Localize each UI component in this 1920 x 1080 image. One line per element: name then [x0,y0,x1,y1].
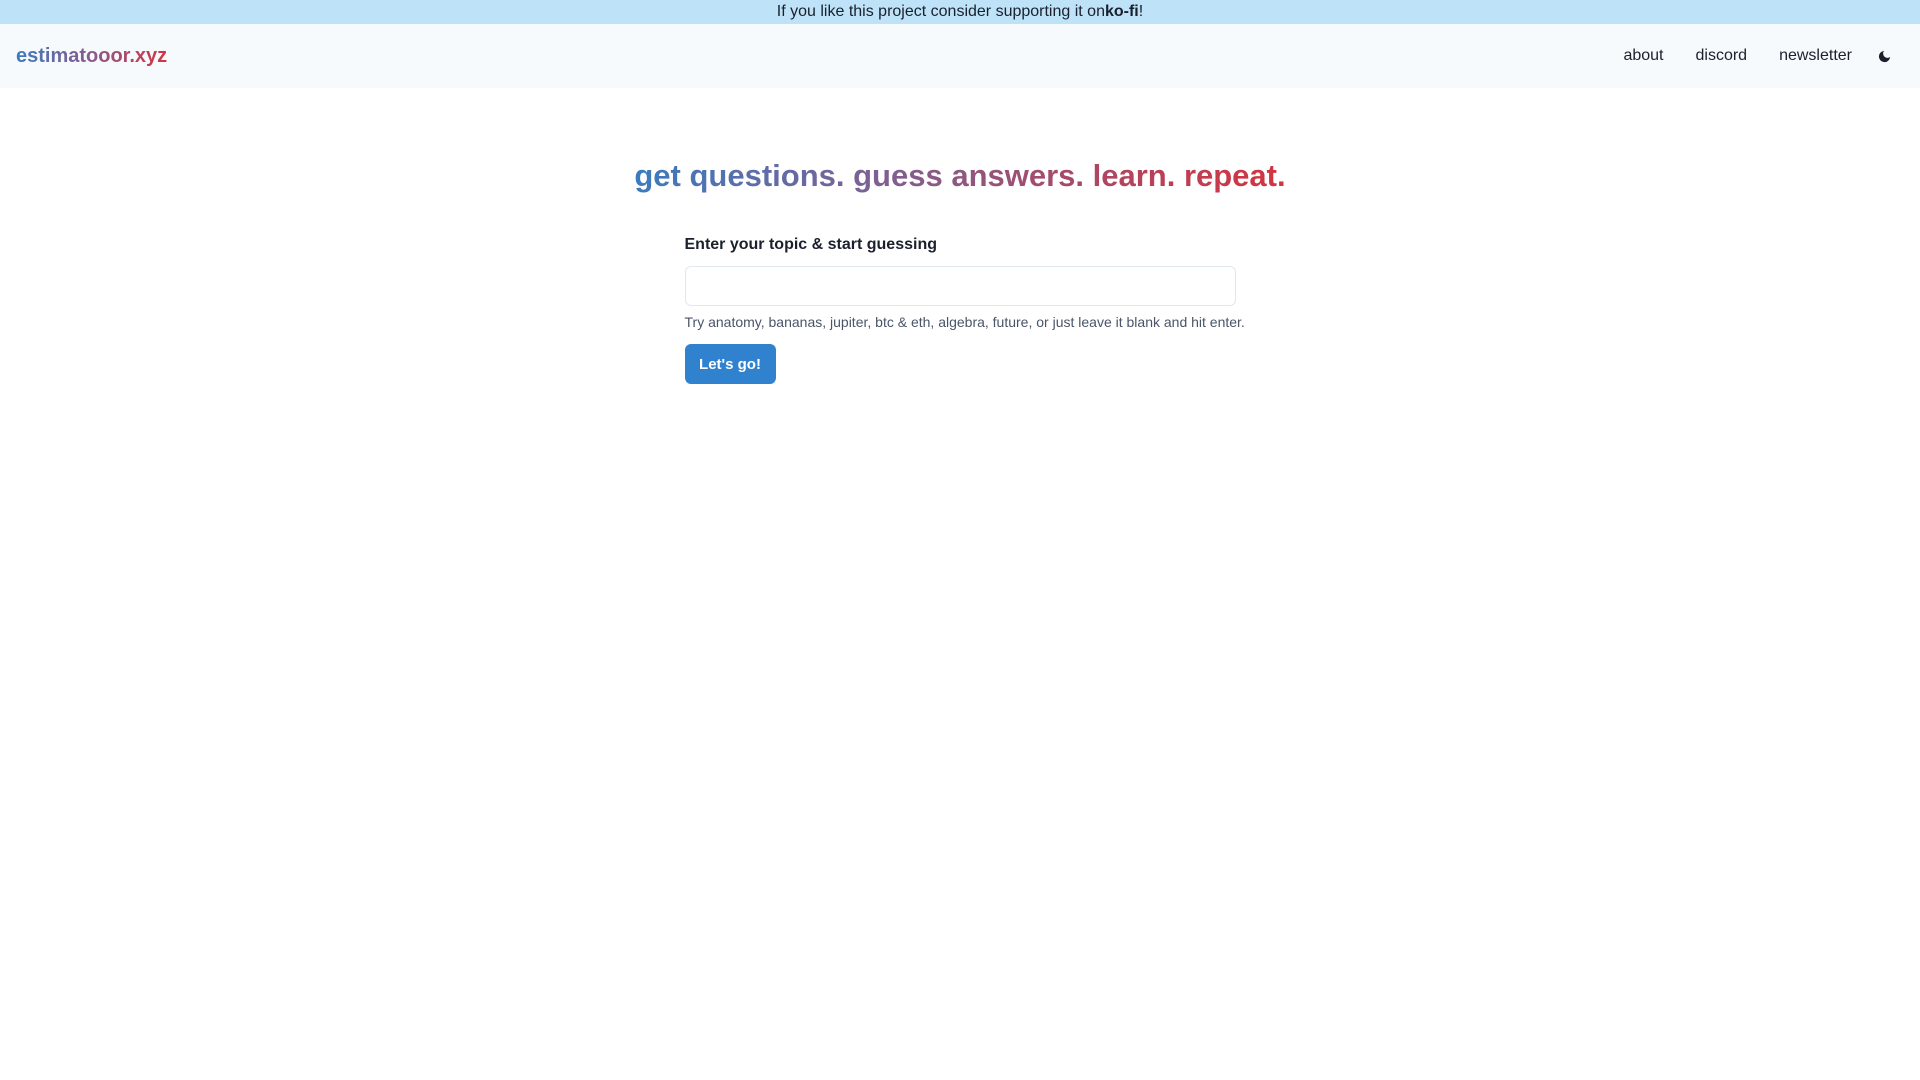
moon-icon [1878,50,1890,62]
main-content: get questions. guess answers. learn. rep… [0,88,1920,384]
page-headline: get questions. guess answers. learn. rep… [634,158,1286,193]
nav-link-newsletter[interactable]: newsletter [1779,47,1852,65]
topic-helper-text: Try anatomy, bananas, jupiter, btc & eth… [684,314,1245,330]
banner-text-end: ! [1138,3,1144,20]
navbar: estimatooor.xyz about discord newsletter [0,24,1920,88]
theme-toggle-button[interactable] [1872,44,1896,68]
lets-go-button[interactable]: Let's go! [684,344,776,384]
support-banner: If you like this project consider suppor… [0,0,1920,24]
topic-form: Enter your topic & start guessing Try an… [684,236,1245,384]
kofi-link[interactable]: ko-fi [1105,3,1139,21]
nav-links: about discord newsletter [1623,44,1904,68]
nav-link-discord[interactable]: discord [1696,47,1748,65]
site-logo[interactable]: estimatooor.xyz [16,45,167,68]
topic-input[interactable] [684,266,1236,306]
topic-label: Enter your topic & start guessing [684,236,937,253]
banner-text: If you like this project consider suppor… [776,3,1105,20]
nav-link-about[interactable]: about [1623,47,1663,65]
